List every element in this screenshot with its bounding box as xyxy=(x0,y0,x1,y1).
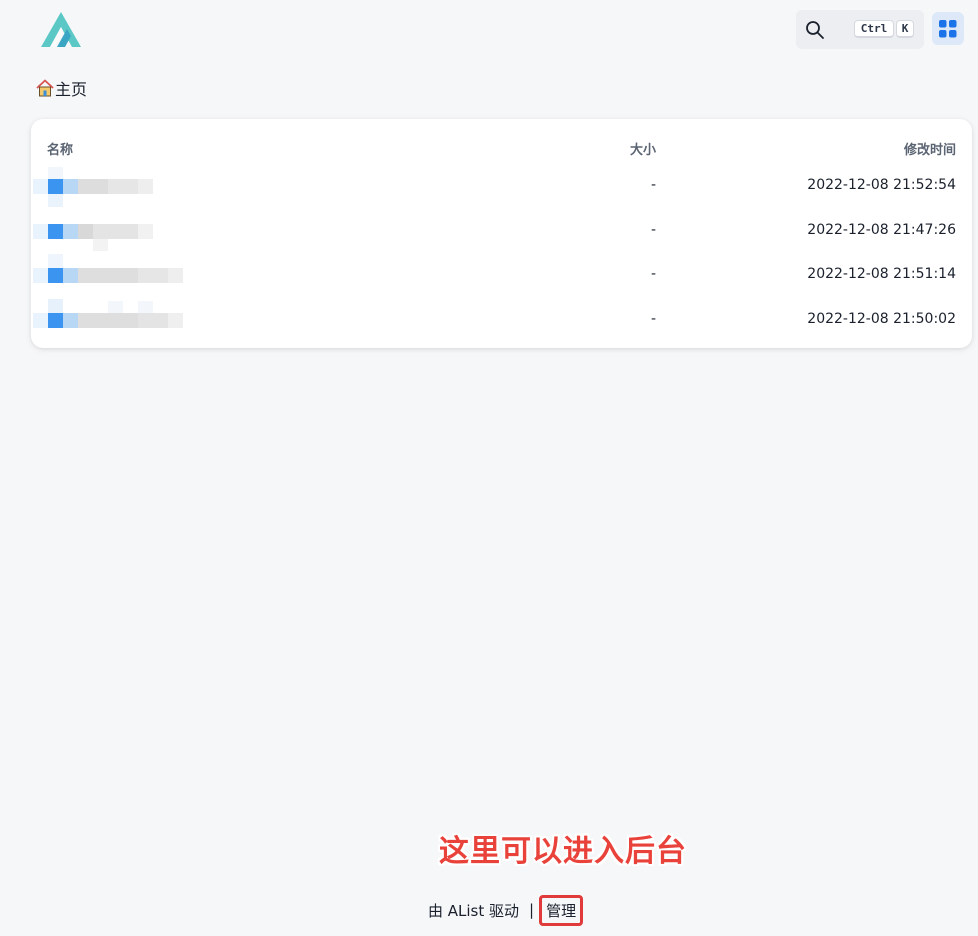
modified-cell: 2022-12-08 21:47:26 xyxy=(807,222,956,238)
shortcut-key-k: K xyxy=(896,20,914,38)
table-row[interactable]: - 2022-12-08 21:50:02 xyxy=(31,299,972,343)
column-header-modified[interactable]: 修改时间 xyxy=(904,139,956,158)
size-cell: - xyxy=(650,266,656,282)
shortcut-key-ctrl: Ctrl xyxy=(854,20,894,38)
manage-link[interactable]: 管理 xyxy=(539,894,584,926)
folder-icon xyxy=(33,167,153,207)
footer-separator: | xyxy=(529,901,535,919)
modified-cell: 2022-12-08 21:52:54 xyxy=(807,177,956,193)
folder-icon xyxy=(33,299,183,328)
annotation-text: 这里可以进入后台 xyxy=(439,834,687,869)
folder-icon xyxy=(33,224,153,251)
powered-by-text[interactable]: 由 AList 驱动 xyxy=(428,900,519,921)
search-icon xyxy=(806,21,824,39)
breadcrumb: 主页 xyxy=(35,76,87,100)
modified-cell: 2022-12-08 21:51:14 xyxy=(807,266,956,282)
modified-cell: 2022-12-08 21:50:02 xyxy=(807,311,956,327)
home-icon xyxy=(36,79,54,97)
size-cell: - xyxy=(650,177,656,193)
column-header-name[interactable]: 名称 xyxy=(47,139,73,158)
breadcrumb-home[interactable]: 主页 xyxy=(55,76,87,100)
table-row[interactable]: - 2022-12-08 21:51:14 xyxy=(31,254,972,298)
column-header-size[interactable]: 大小 xyxy=(630,139,656,158)
search-box[interactable]: Ctrl K xyxy=(796,10,924,49)
folder-icon xyxy=(33,254,183,283)
table-row[interactable]: - 2022-12-08 21:47:26 xyxy=(31,210,972,254)
file-list-panel: 名称 大小 修改时间 - 2022-12-08 21:52:54 - 2022-… xyxy=(31,119,972,348)
size-cell: - xyxy=(650,311,656,327)
alist-logo-icon[interactable] xyxy=(38,10,84,50)
layout-toggle-button[interactable] xyxy=(932,12,964,45)
size-cell: - xyxy=(650,222,656,238)
grid-layout-icon xyxy=(939,20,957,38)
table-row[interactable]: - 2022-12-08 21:52:54 xyxy=(31,165,972,209)
footer: 由 AList 驱动 | 管理 xyxy=(428,894,584,926)
